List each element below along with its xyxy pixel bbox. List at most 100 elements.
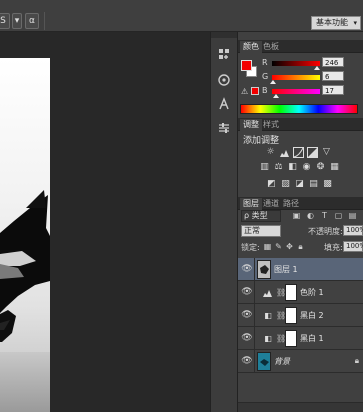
- posterize-icon[interactable]: ▨: [280, 179, 291, 190]
- tab-layers[interactable]: 图层: [240, 198, 262, 210]
- eye-icon[interactable]: 👁︎: [241, 264, 253, 274]
- tab-adjustments[interactable]: 调整: [240, 119, 262, 131]
- options-separator: [44, 12, 45, 30]
- invert-icon[interactable]: ◩: [266, 179, 277, 190]
- adjustments-title: 添加调整: [243, 136, 280, 146]
- eye-separator: [254, 350, 255, 372]
- channel-b-label: B: [262, 86, 268, 95]
- eye-icon[interactable]: 👁︎: [241, 310, 253, 320]
- foreground-color-swatch[interactable]: [241, 60, 252, 71]
- document-image[interactable]: [0, 58, 50, 412]
- curves-icon[interactable]: [293, 147, 304, 158]
- color-spectrum[interactable]: [240, 104, 358, 114]
- layer-row[interactable]: 👁︎ 图层 1: [238, 258, 363, 281]
- eye-separator: [254, 304, 255, 326]
- right-panels: 颜色 色板 R 246 G 6 ⚠ B 17 调整 样式 添加调整 ☼ ▽ ▥ …: [238, 32, 363, 412]
- layer-name[interactable]: 图层 1: [274, 264, 298, 275]
- color-lookup-icon[interactable]: ▦: [329, 162, 340, 173]
- layer-row[interactable]: 👁︎ ⛓︎ 色阶 1: [238, 281, 363, 304]
- blend-mode-select[interactable]: 正常: [241, 225, 281, 237]
- layer-mask-thumbnail[interactable]: [285, 330, 297, 347]
- layer-kind-filter[interactable]: ρ 类型: [241, 210, 281, 222]
- tab-channels[interactable]: 通道: [260, 198, 282, 210]
- filter-type-icon[interactable]: T: [320, 211, 329, 220]
- filter-shape-icon[interactable]: ▢: [334, 211, 343, 220]
- eye-separator: [254, 281, 255, 303]
- tab-paths[interactable]: 路径: [280, 198, 302, 210]
- canvas-area[interactable]: [0, 32, 210, 412]
- layer-name[interactable]: 色阶 1: [300, 287, 324, 298]
- properties-icon[interactable]: [216, 72, 232, 88]
- channel-r-value[interactable]: 246: [322, 57, 344, 67]
- channel-b-thumb[interactable]: [273, 94, 279, 98]
- tab-color[interactable]: 颜色: [240, 41, 262, 53]
- tool-option-button[interactable]: S: [0, 13, 10, 29]
- channel-r-slider[interactable]: [272, 61, 320, 66]
- layer-thumbnail[interactable]: [257, 260, 271, 279]
- levels-adjustment-icon: [263, 288, 273, 297]
- character-icon[interactable]: [216, 96, 232, 112]
- channel-mixer-icon[interactable]: ❂: [315, 162, 326, 173]
- layer-row[interactable]: 👁︎ 背景 🔒︎: [238, 350, 363, 373]
- lock-transparent-icon[interactable]: ▦: [263, 242, 272, 251]
- color-panel-tabs: 颜色 色板: [238, 40, 363, 53]
- ground-texture: [0, 352, 50, 412]
- fill-input[interactable]: 100%: [343, 241, 363, 252]
- hue-saturation-icon[interactable]: ▥: [259, 162, 270, 173]
- filter-adjustment-icon[interactable]: ◐: [306, 211, 315, 220]
- eye-icon[interactable]: 👁︎: [241, 287, 253, 297]
- eye-icon[interactable]: 👁︎: [241, 333, 253, 343]
- channel-b-slider[interactable]: [272, 89, 320, 94]
- layer-mask-thumbnail[interactable]: [285, 307, 297, 324]
- levels-icon[interactable]: [279, 147, 290, 158]
- lock-position-icon[interactable]: ✥: [285, 242, 294, 251]
- brush-preset-icon[interactable]: [216, 120, 232, 136]
- tool-option-arrow[interactable]: ▾: [12, 13, 22, 29]
- link-icon[interactable]: ⛓︎: [276, 288, 286, 297]
- channel-g-slider[interactable]: [272, 75, 320, 80]
- tab-styles[interactable]: 样式: [260, 119, 282, 131]
- black-white-adjustment-icon: ◧: [264, 334, 272, 343]
- selective-color-icon[interactable]: ▩: [322, 179, 333, 190]
- channel-r-thumb[interactable]: [314, 66, 320, 70]
- channel-g-value[interactable]: 6: [322, 71, 344, 81]
- gamut-warning-icon[interactable]: ⚠: [241, 87, 248, 96]
- layer-mask-thumbnail[interactable]: [285, 284, 297, 301]
- exposure-icon[interactable]: [307, 147, 318, 158]
- panel-icon-strip: [210, 32, 238, 412]
- lock-all-icon[interactable]: 🔒︎: [296, 242, 305, 251]
- opacity-label: 不透明度:: [308, 227, 343, 236]
- history-icon[interactable]: [216, 46, 232, 62]
- gamut-swatch[interactable]: [251, 87, 259, 95]
- color-balance-icon[interactable]: ⚖: [273, 162, 284, 173]
- link-icon[interactable]: ⛓︎: [276, 334, 286, 343]
- brightness-icon[interactable]: ☼: [265, 147, 276, 158]
- threshold-icon[interactable]: ◪: [294, 179, 305, 190]
- fill-label: 填充:: [324, 243, 343, 252]
- opacity-input[interactable]: 100%: [343, 225, 363, 236]
- layer-row[interactable]: 👁︎ ◧ ⛓︎ 黑白 1: [238, 327, 363, 350]
- layer-thumbnail[interactable]: [257, 352, 271, 371]
- strip-grip[interactable]: [211, 32, 237, 38]
- black-white-adjustment-icon: ◧: [264, 311, 272, 320]
- black-white-icon[interactable]: ◧: [287, 162, 298, 173]
- link-icon[interactable]: ⛓︎: [276, 311, 286, 320]
- filter-pixel-icon[interactable]: ▣: [292, 211, 301, 220]
- layer-row[interactable]: 👁︎ ◧ ⛓︎ 黑白 2: [238, 304, 363, 327]
- tool-option-button-2[interactable]: α: [25, 13, 39, 29]
- channel-g-label: G: [262, 72, 269, 81]
- layer-name[interactable]: 黑白 2: [300, 310, 324, 321]
- lock-pixels-icon[interactable]: ✎: [274, 242, 283, 251]
- workspace-selector[interactable]: 基本功能 ▾: [311, 16, 361, 30]
- channel-b-value[interactable]: 17: [322, 85, 344, 95]
- gradient-map-icon[interactable]: ▤: [308, 179, 319, 190]
- layer-name[interactable]: 背景: [274, 356, 290, 367]
- photo-filter-icon[interactable]: ◉: [301, 162, 312, 173]
- layer-name[interactable]: 黑白 1: [300, 333, 324, 344]
- vibrance-icon[interactable]: ▽: [321, 147, 332, 158]
- tab-swatches[interactable]: 色板: [260, 41, 282, 53]
- eye-icon[interactable]: 👁︎: [241, 356, 253, 366]
- filter-smart-icon[interactable]: ▤: [348, 211, 357, 220]
- channel-g-thumb[interactable]: [270, 80, 276, 84]
- channel-r-label: R: [262, 58, 268, 67]
